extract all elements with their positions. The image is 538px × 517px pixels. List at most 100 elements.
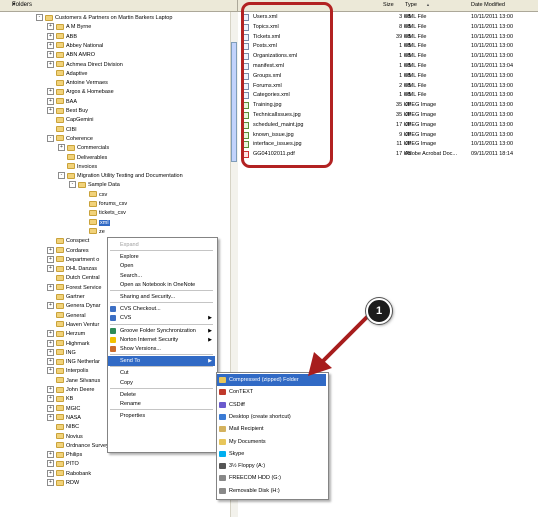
tree-folder[interactable]: + Forest Service <box>47 283 101 293</box>
expand-icon[interactable]: + <box>47 41 54 49</box>
expand-icon[interactable]: + <box>47 32 54 40</box>
tree-folder[interactable]: + Genera Dynar <box>47 302 101 311</box>
expand-icon[interactable]: + <box>47 358 54 366</box>
tree-folder[interactable]: Antoine Vermaes <box>47 79 108 88</box>
send-to-skype[interactable]: Skype <box>217 448 326 460</box>
tree-folder[interactable]: + Achmea Direct Division <box>47 60 123 70</box>
tree-folder[interactable]: - Migration Utility Testing and Documenta… <box>58 172 183 181</box>
tree-folder[interactable]: + ING Netherlar <box>47 358 100 367</box>
tree-folder[interactable]: Invoices <box>58 163 97 172</box>
send-to-freecom-hdd-g[interactable]: FREECOM HDD (G:) <box>217 472 326 484</box>
collapse-icon[interactable]: - <box>36 14 43 22</box>
tree-folder[interactable]: + Commercials <box>58 144 109 153</box>
tree-folder[interactable]: + Highmark <box>47 339 90 349</box>
expand-icon[interactable]: + <box>47 283 54 291</box>
menu-item-properties[interactable]: Properties <box>108 411 215 421</box>
tree-folder[interactable]: forums_csv <box>80 200 127 209</box>
tree-folder-selected[interactable]: xml <box>80 219 110 228</box>
close-icon[interactable]: × <box>12 2 233 8</box>
tree-folder[interactable]: General <box>47 312 86 321</box>
tree-folder[interactable]: + Cordares <box>47 246 89 256</box>
tree-folder[interactable]: + Best Buy <box>47 107 88 116</box>
tree-folder[interactable]: Dutch Central <box>47 274 100 283</box>
column-date-modified[interactable]: Date Modified <box>471 2 505 8</box>
expand-icon[interactable]: + <box>47 255 54 263</box>
menu-item-send-to[interactable]: Send To ▶ <box>108 356 215 367</box>
send-to-3-floppy-a[interactable]: 3½ Floppy (A:) <box>217 460 326 472</box>
tree-folder[interactable]: - Sample Data <box>69 181 120 190</box>
menu-item-open-as-notebook-in-onenote[interactable]: Open as Notebook in OneNote <box>108 280 215 290</box>
expand-icon[interactable]: + <box>47 386 54 394</box>
menu-item-rename[interactable]: Rename <box>108 399 215 409</box>
expand-icon[interactable]: + <box>47 348 54 356</box>
tree-folder[interactable]: CIBI <box>47 126 77 135</box>
tree-folder[interactable]: NIBC <box>47 423 79 432</box>
expand-icon[interactable]: + <box>47 395 54 403</box>
send-to-my-documents[interactable]: My Documents <box>217 436 326 448</box>
expand-icon[interactable]: + <box>58 144 65 152</box>
tree-folder[interactable]: Jane Silvanus <box>47 377 100 386</box>
tree-folder[interactable]: + Argos & Homebase <box>47 88 114 97</box>
collapse-icon[interactable]: - <box>69 181 76 189</box>
tree-folder[interactable]: Gartner <box>47 293 85 302</box>
expand-icon[interactable]: + <box>47 367 54 375</box>
column-type[interactable]: Type <box>405 2 417 8</box>
tree-folder[interactable]: + Philips <box>47 451 82 460</box>
tree-folder[interactable]: Deliverables <box>58 154 107 163</box>
tree-folder[interactable]: + RDW <box>47 479 79 488</box>
tree-folder[interactable]: csv <box>80 191 107 200</box>
tree-folder[interactable]: + MGIC <box>47 404 80 414</box>
expand-icon[interactable]: + <box>47 479 54 487</box>
menu-item-copy[interactable]: Copy <box>108 378 215 388</box>
menu-item-expand[interactable]: Expand <box>108 240 215 250</box>
tree-folder[interactable]: + DHL Danzas <box>47 265 97 274</box>
expand-icon[interactable]: + <box>47 460 54 468</box>
tree-folder[interactable]: + NASA <box>47 413 81 423</box>
menu-item-sharing-and-security[interactable]: Sharing and Security... <box>108 292 215 302</box>
expand-icon[interactable]: + <box>47 469 54 477</box>
tree-folder[interactable]: + ING <box>47 348 76 358</box>
tree-folder[interactable]: tickets_csv <box>80 209 126 218</box>
menu-item-cvs[interactable]: CVS ▶ <box>108 313 215 323</box>
tree-folder[interactable]: Novius <box>47 433 83 442</box>
expand-icon[interactable]: + <box>47 413 54 421</box>
tree-folder[interactable]: + KB <box>47 395 73 404</box>
send-to-removable-disk-h[interactable]: Removable Disk (H:) <box>217 485 326 497</box>
send-to-csdiff[interactable]: CSDiff <box>217 399 326 411</box>
expand-icon[interactable]: + <box>47 23 54 31</box>
tree-folder[interactable]: + ABN AMRO <box>47 51 95 60</box>
expand-icon[interactable]: + <box>47 404 54 412</box>
expand-icon[interactable]: + <box>47 246 54 254</box>
expand-icon[interactable]: + <box>47 107 54 115</box>
tree-folder[interactable]: + ABB <box>47 32 77 42</box>
tree-folder[interactable]: + BAA <box>47 97 77 107</box>
expand-icon[interactable]: + <box>47 330 54 338</box>
expand-icon[interactable]: + <box>47 302 54 310</box>
tree-folder[interactable]: + PITO <box>47 460 79 469</box>
expand-icon[interactable]: + <box>47 97 54 105</box>
expand-icon[interactable]: + <box>47 88 54 96</box>
tree-folder[interactable]: CapGemini <box>47 116 94 125</box>
tree-folder[interactable]: + Abbey National <box>47 41 103 51</box>
tree-folder[interactable]: Ordnance Survey <box>47 442 109 451</box>
scrollbar-thumb[interactable] <box>231 42 237 162</box>
tree-folder[interactable]: - Customers & Partners on Martin Barkers … <box>36 14 172 23</box>
tree-folder[interactable]: + Rabobank <box>47 469 91 479</box>
send-to-context[interactable]: ConTEXT <box>217 386 326 398</box>
tree-folder[interactable]: + Department o <box>47 255 99 265</box>
expand-icon[interactable]: + <box>47 60 54 68</box>
column-size[interactable]: Size <box>383 2 394 8</box>
expand-icon[interactable]: + <box>47 339 54 347</box>
tree-folder[interactable]: Adaptive <box>47 70 87 79</box>
tree-folder[interactable]: + A M Byrne <box>47 23 91 32</box>
tree-folder[interactable]: + John Deere <box>47 386 94 395</box>
tree-folder[interactable]: + Interpolis <box>47 367 88 376</box>
expand-icon[interactable]: + <box>47 51 54 59</box>
tree-folder[interactable]: ze <box>80 228 105 237</box>
tree-folder[interactable]: + Herzum <box>47 330 85 339</box>
send-to-desktop-create-shortcut[interactable]: Desktop (create shortcut) <box>217 411 326 423</box>
collapse-icon[interactable]: - <box>58 172 65 180</box>
tree-folder[interactable]: Haven Ventur <box>47 321 99 330</box>
expand-icon[interactable]: + <box>47 265 54 273</box>
tree-folder[interactable]: - Coherence <box>47 134 93 144</box>
